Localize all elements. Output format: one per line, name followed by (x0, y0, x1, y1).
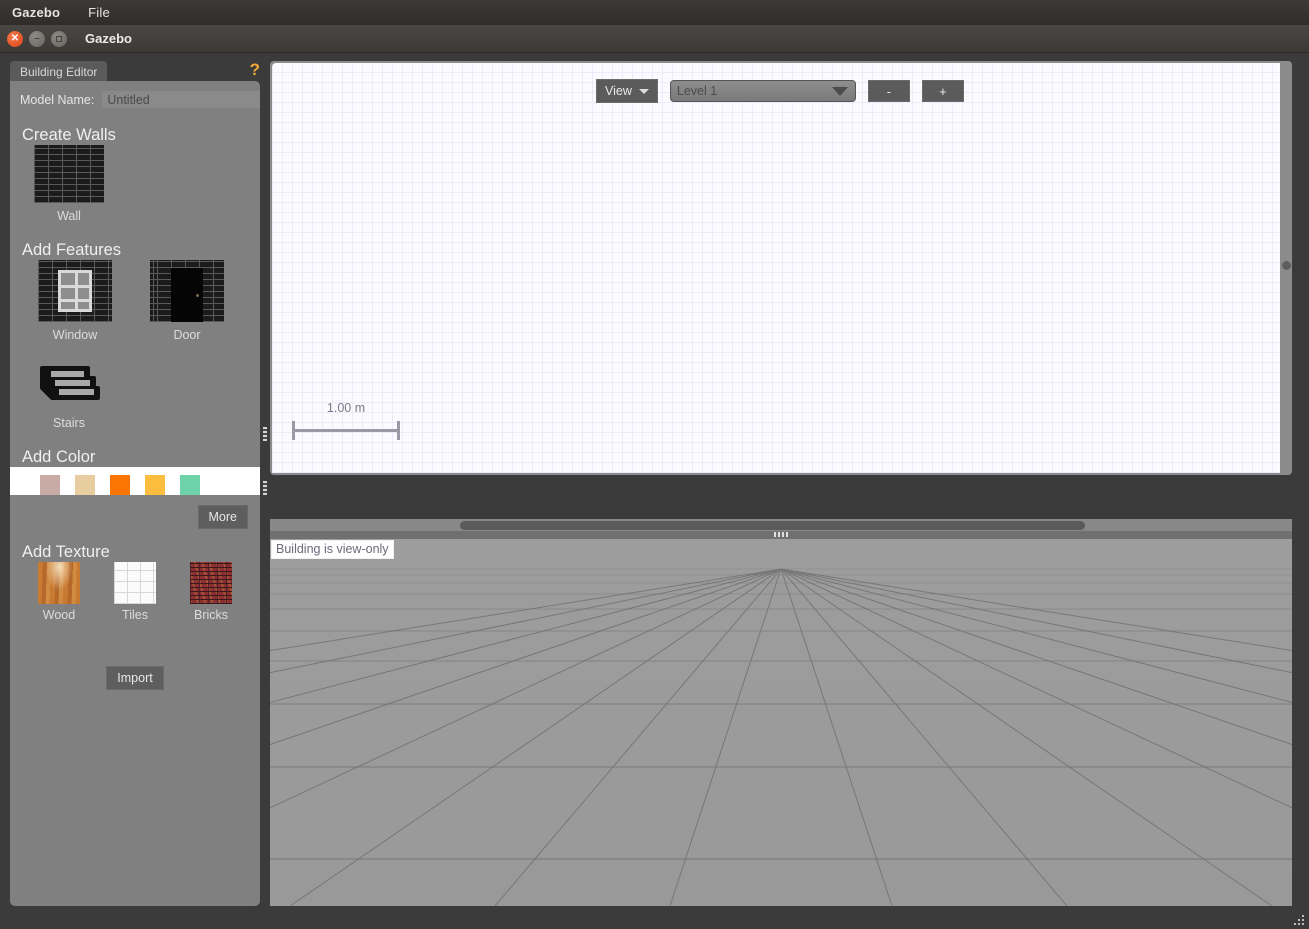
chevron-down-icon (831, 86, 848, 96)
splitter-grip (263, 427, 267, 441)
tool-window[interactable]: Window (38, 260, 112, 342)
building-editor-panel: Model Name: Create Walls Wall Add Featur… (10, 81, 260, 906)
scale-bar-graphic (292, 421, 400, 440)
workspace: Building Editor ? Model Name: Create Wal… (0, 53, 1309, 929)
import-row: Import (10, 622, 260, 690)
editor-viewport-splitter[interactable] (270, 531, 1292, 539)
maximize-icon[interactable] (51, 30, 67, 47)
status-badge: Building is view-only (271, 540, 394, 559)
color-swatch-2[interactable] (110, 475, 130, 495)
editor-2d-vertical-scrollbar[interactable] (1280, 61, 1292, 475)
panel-viewport-splitter[interactable] (260, 61, 270, 906)
model-name-row: Model Name: (10, 81, 260, 108)
section-heading-create-walls: Create Walls (22, 126, 116, 144)
close-icon[interactable]: ✕ (7, 30, 23, 47)
scrollbar-thumb[interactable] (1282, 261, 1291, 270)
model-name-label: Model Name: (20, 92, 95, 107)
create-walls-items: Wall (10, 145, 260, 223)
bricks-texture-icon (190, 562, 232, 604)
texture-bricks-label: Bricks (193, 608, 229, 622)
color-swatch-5[interactable] (215, 475, 235, 495)
tool-stairs-label: Stairs (53, 416, 85, 430)
texture-items: Wood Tiles Bricks (10, 562, 260, 622)
color-swatch-4[interactable] (180, 475, 200, 495)
color-swatch-3[interactable] (145, 475, 165, 495)
panel-tabstrip: Building Editor ? (10, 60, 260, 81)
more-colors-row: More (10, 495, 260, 529)
scale-bar: 1.00 m (292, 401, 400, 440)
tool-door-label: Door (173, 328, 201, 342)
color-swatch-row (10, 467, 260, 495)
scale-bar-label: 1.00 m (326, 401, 366, 415)
section-heading-add-texture: Add Texture (22, 543, 110, 561)
chevron-down-icon (638, 88, 649, 94)
section-heading-add-color: Add Color (22, 448, 96, 466)
tiles-texture-icon (114, 562, 156, 604)
level-add-button[interactable]: + (921, 80, 964, 102)
tab-building-editor[interactable]: Building Editor (10, 61, 108, 81)
editor-2d-grid[interactable] (272, 63, 1280, 473)
tool-wall[interactable]: Wall (34, 145, 104, 223)
door-icon (150, 260, 224, 322)
tool-door[interactable]: Door (150, 260, 224, 342)
model-name-input[interactable] (102, 91, 260, 108)
tool-wall-label: Wall (57, 209, 81, 223)
level-remove-button[interactable]: - (867, 80, 910, 102)
add-features-items-row2: Stairs (10, 342, 260, 430)
ground-plane-grid (270, 539, 1292, 906)
texture-tiles-label: Tiles (122, 608, 148, 622)
color-swatch-0[interactable] (40, 475, 60, 495)
window-title: Gazebo (85, 31, 132, 46)
window-titlebar: ✕ – Gazebo (0, 25, 1309, 53)
desktop-menubar: Gazebo File (0, 0, 1309, 25)
tool-stairs[interactable]: Stairs (38, 364, 100, 430)
window-icon (38, 260, 112, 322)
splitter-grip-secondary (263, 481, 267, 495)
level-select-value: Level 1 (676, 84, 718, 98)
gazebo-3d-viewport[interactable]: Building is view-only (270, 539, 1292, 906)
color-swatch-1[interactable] (75, 475, 95, 495)
view-menu-label: View (605, 84, 632, 98)
left-dock-panel: Building Editor ? Model Name: Create Wal… (10, 60, 260, 906)
stairs-icon (38, 364, 100, 410)
minimize-icon[interactable]: – (29, 30, 45, 47)
section-heading-add-features: Add Features (22, 241, 122, 259)
editor-2d-toolbar: View Level 1 - + (596, 79, 964, 103)
building-editor-2d-view[interactable]: View Level 1 - + 1.00 m (270, 61, 1292, 475)
brick-wall-icon (34, 145, 104, 203)
add-features-items: Window Door (10, 260, 260, 342)
question-mark-icon[interactable]: ? (250, 60, 260, 80)
menu-item-gazebo[interactable]: Gazebo (8, 3, 64, 22)
splitter-grip (774, 532, 788, 537)
tool-window-label: Window (52, 328, 98, 342)
texture-tiles[interactable]: Tiles (114, 562, 156, 622)
more-colors-button[interactable]: More (197, 505, 248, 529)
texture-bricks[interactable]: Bricks (190, 562, 232, 622)
level-select[interactable]: Level 1 (669, 80, 856, 102)
scrollbar-thumb[interactable] (460, 521, 1085, 530)
import-texture-button[interactable]: Import (106, 666, 164, 690)
window-resize-grip[interactable] (1294, 915, 1305, 926)
wood-texture-icon (38, 562, 80, 604)
texture-wood[interactable]: Wood (38, 562, 80, 622)
view-menu-button[interactable]: View (596, 79, 658, 103)
texture-wood-label: Wood (42, 608, 76, 622)
menu-item-file[interactable]: File (84, 3, 114, 22)
